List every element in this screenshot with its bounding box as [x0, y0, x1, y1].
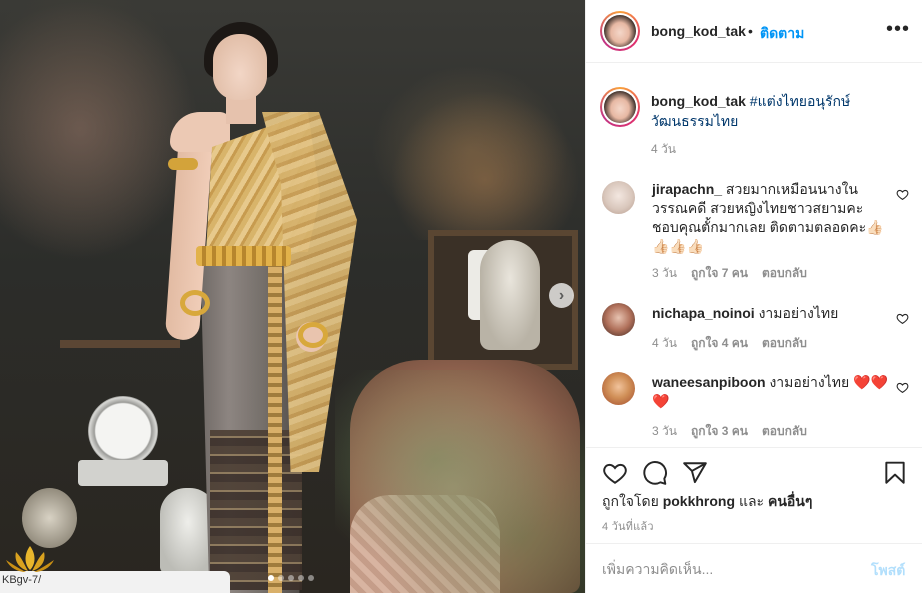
liked-by-user[interactable]: pokkhrong: [663, 493, 735, 509]
commenter-avatar[interactable]: [602, 181, 635, 214]
photo-dried-flowers-left: [0, 0, 200, 260]
comment-body: jirapachn_ สวยมากเหมือนนางในวรรณคดี สวยห…: [652, 180, 892, 256]
caption-username[interactable]: bong_kod_tak: [651, 93, 746, 109]
like-heart-icon[interactable]: [602, 460, 628, 486]
comment-text: งามอย่างไทย: [758, 305, 839, 321]
post-sidebar: bong_kod_tak • ติดตาม ••• bong_kod_tak #…: [585, 0, 922, 593]
comment-meta: 3 วัน ถูกใจ 3 คน ตอบกลับ: [652, 422, 807, 441]
photo-belt: [196, 246, 291, 266]
follow-button[interactable]: ติดตาม: [760, 23, 804, 45]
comment-reply-button[interactable]: ตอบกลับ: [762, 264, 807, 283]
author-avatar[interactable]: [600, 11, 640, 51]
more-horizontal-icon[interactable]: •••: [886, 18, 910, 41]
comment-body: waneesanpiboon งามอย่างไทย ❤️❤️❤️: [652, 373, 892, 411]
photo-cherub: [22, 488, 77, 548]
photo-skirt-pattern: [210, 430, 302, 590]
photo-foreground-leaves: [335, 370, 585, 593]
commenter-username[interactable]: nichapa_noinoi: [652, 305, 755, 321]
post-caption: bong_kod_tak #แต่งไทยอนุรักษ์วัฒนธรรมไทย: [651, 91, 913, 131]
liked-by-summary: ถูกใจโดย pokkhrong และ คนอื่นๆ: [602, 491, 812, 513]
carousel-dot: [288, 575, 294, 581]
comment-input[interactable]: [602, 557, 852, 581]
carousel-next-button[interactable]: ›: [549, 283, 574, 308]
post-timestamp[interactable]: 4 วันที่แล้ว: [602, 517, 654, 535]
comment-time[interactable]: 3 วัน: [652, 264, 677, 283]
photo-bangle-left: [180, 290, 210, 316]
carousel-dot: [308, 575, 314, 581]
bookmark-icon[interactable]: [882, 460, 908, 486]
comment-like-heart-icon[interactable]: [896, 312, 909, 325]
photo-face: [213, 34, 267, 100]
add-comment-bar: โพสต์: [586, 543, 922, 593]
photo-statue: [480, 240, 540, 350]
chevron-right-icon: ›: [558, 286, 565, 304]
caption-timestamp[interactable]: 4 วัน: [651, 140, 676, 159]
comment-like-heart-icon[interactable]: [896, 188, 909, 201]
comment-like-heart-icon[interactable]: [896, 381, 909, 394]
carousel-dot-active: [268, 575, 274, 581]
share-send-icon[interactable]: [682, 460, 708, 486]
lotus-logo-icon: [6, 546, 54, 572]
comment-likes[interactable]: ถูกใจ 4 คน: [691, 334, 748, 353]
commenter-username[interactable]: waneesanpiboon: [652, 374, 766, 390]
liked-by-prefix: ถูกใจโดย: [602, 493, 659, 509]
photo-skirt-trim: [268, 262, 282, 593]
comment-likes[interactable]: ถูกใจ 3 คน: [691, 422, 748, 441]
commenter-username[interactable]: jirapachn_: [652, 181, 722, 197]
comment-reply-button[interactable]: ตอบกลับ: [762, 422, 807, 441]
separator-dot: •: [748, 23, 753, 39]
photo-bangle-right: [298, 322, 328, 348]
comment-likes[interactable]: ถูกใจ 7 คน: [691, 264, 748, 283]
post-actions: ถูกใจโดย pokkhrong และ คนอื่นๆ 4 วันที่แ…: [586, 447, 922, 543]
post-header: bong_kod_tak • ติดตาม •••: [586, 0, 922, 63]
photo-clock: [88, 396, 158, 466]
post-photo[interactable]: › KBgv-7/: [0, 0, 585, 593]
carousel-dot: [298, 575, 304, 581]
comment-reply-button[interactable]: ตอบกลับ: [762, 334, 807, 353]
comment-meta: 4 วัน ถูกใจ 4 คน ตอบกลับ: [652, 334, 807, 353]
photo-armband: [168, 158, 198, 170]
comment-time[interactable]: 3 วัน: [652, 422, 677, 441]
photo-shelf: [60, 340, 180, 348]
comment-time[interactable]: 4 วัน: [652, 334, 677, 353]
comments-list[interactable]: bong_kod_tak #แต่งไทยอนุรักษ์วัฒนธรรมไทย…: [586, 63, 922, 447]
watermark-text: KBgv-7/: [2, 574, 42, 586]
comment-body: nichapa_noinoi งามอย่างไทย: [652, 304, 892, 323]
author-username[interactable]: bong_kod_tak: [651, 23, 746, 39]
photo-dried-flowers-right: [390, 90, 580, 240]
liked-by-others[interactable]: คนอื่นๆ: [768, 493, 812, 509]
post-comment-button[interactable]: โพสต์: [871, 560, 905, 582]
carousel-indicator: [268, 575, 314, 581]
commenter-avatar[interactable]: [602, 372, 635, 405]
comment-meta: 3 วัน ถูกใจ 7 คน ตอบกลับ: [652, 264, 807, 283]
carousel-dot: [278, 575, 284, 581]
commenter-avatar[interactable]: [602, 303, 635, 336]
caption-avatar[interactable]: [600, 87, 640, 127]
comment-bubble-icon[interactable]: [642, 460, 668, 486]
photo-clock-base: [78, 460, 168, 486]
liked-by-and: และ: [738, 493, 765, 509]
